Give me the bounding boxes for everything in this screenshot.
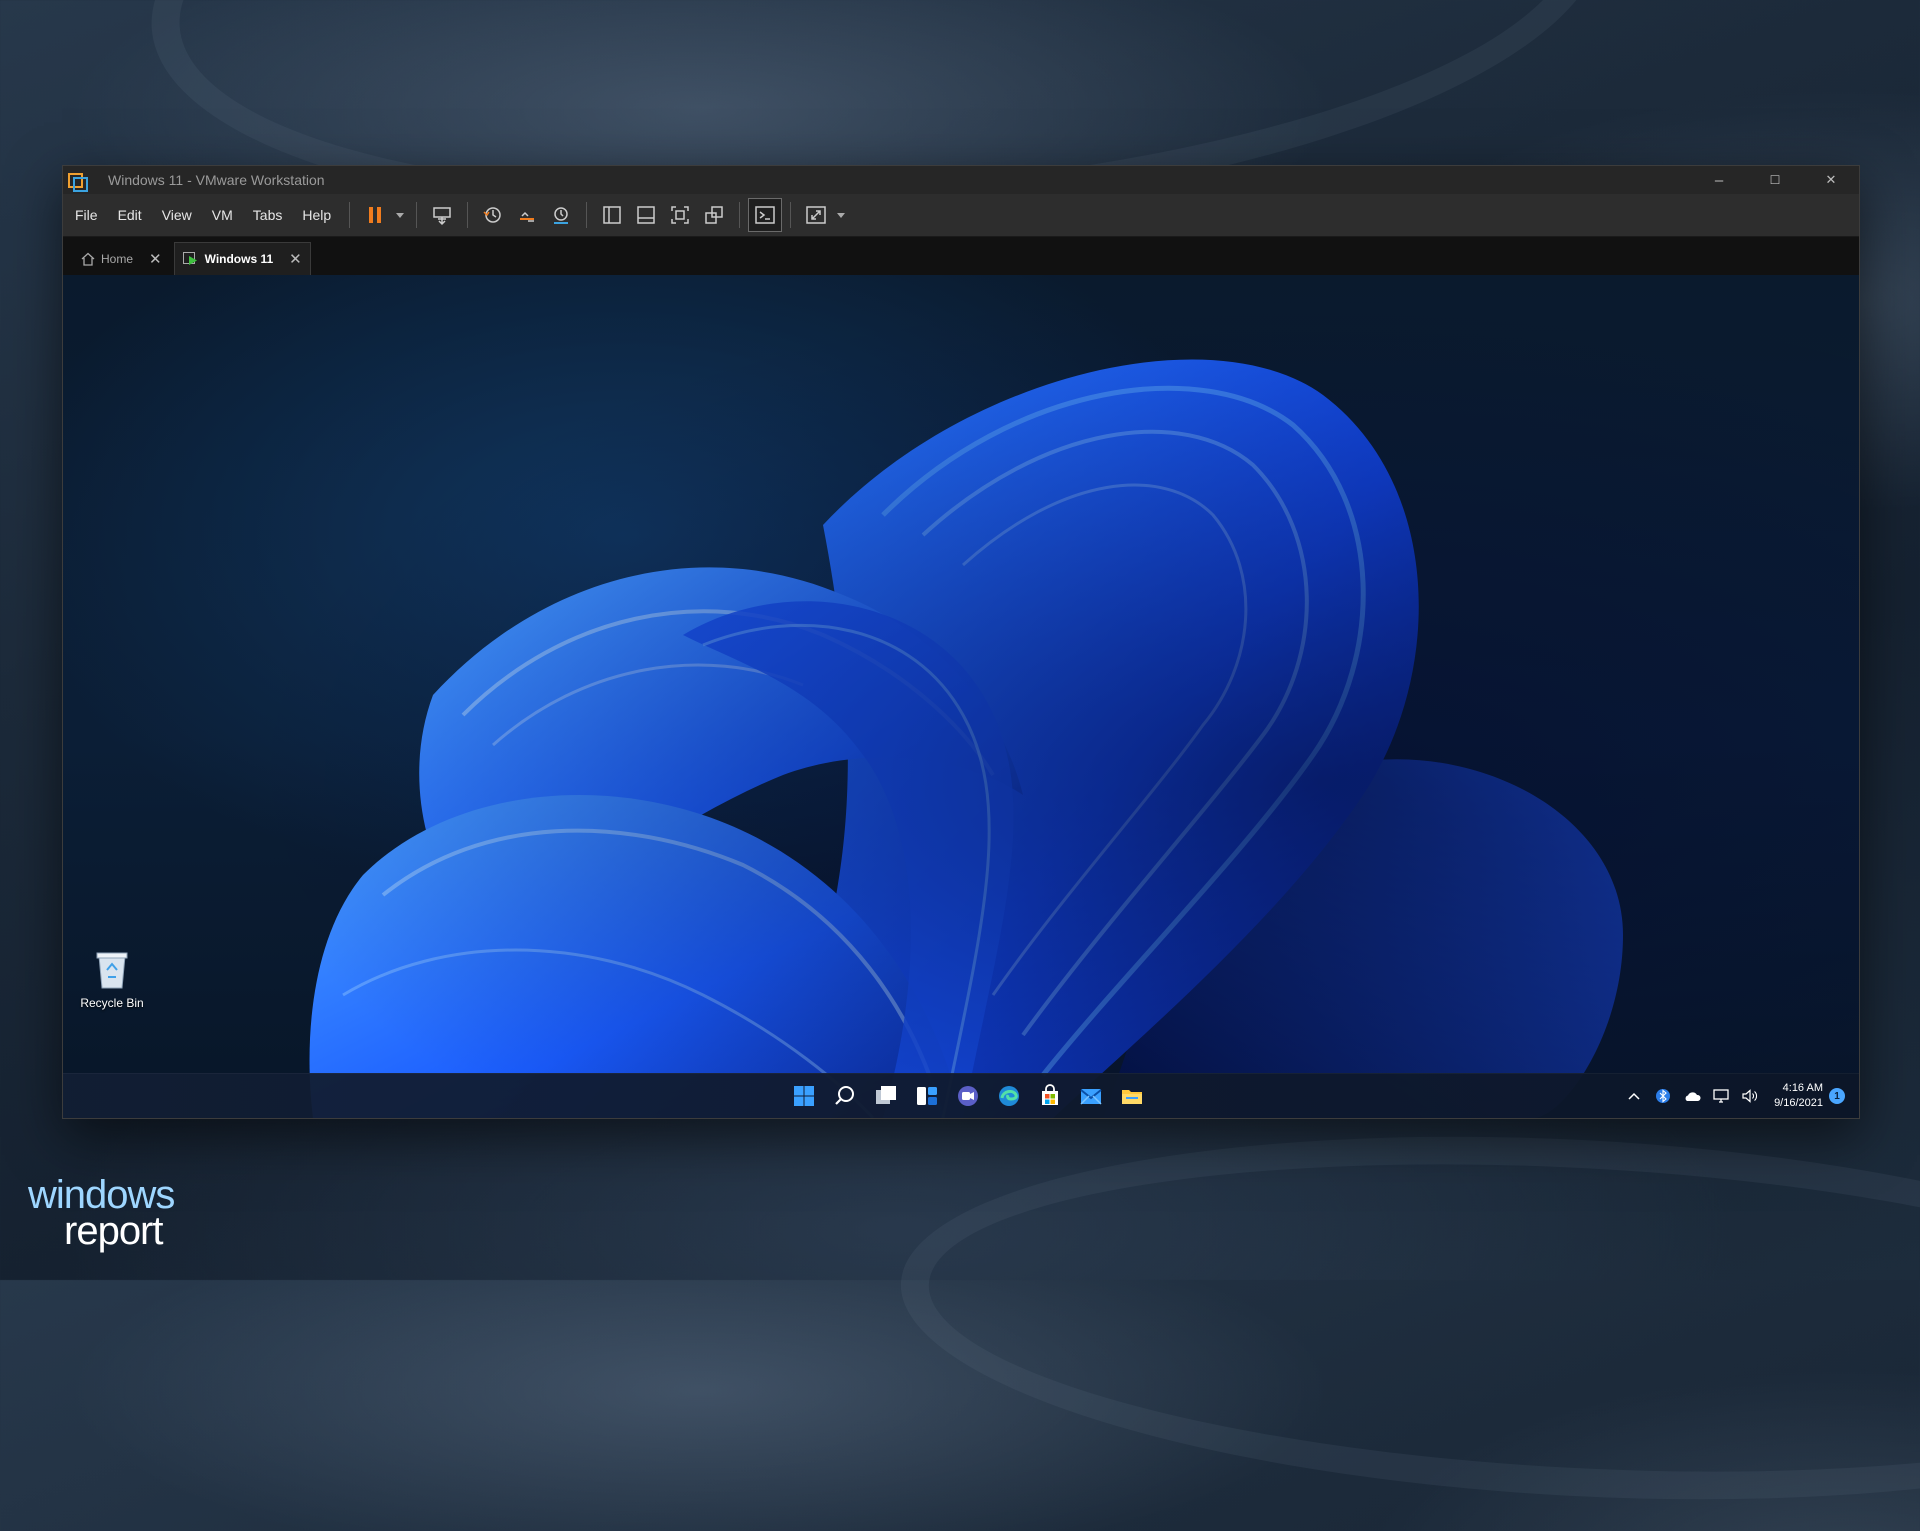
volume-icon[interactable] bbox=[1735, 1074, 1764, 1118]
toolbar-separator bbox=[586, 202, 588, 228]
full-screen-icon[interactable] bbox=[663, 198, 697, 232]
desktop-icon-recycle-bin[interactable]: Recycle Bin bbox=[69, 950, 155, 1010]
toolbar-separator bbox=[739, 202, 741, 228]
home-icon bbox=[81, 252, 95, 266]
tab-windows-11[interactable]: Windows 11 ✕ bbox=[173, 242, 311, 275]
windows-taskbar: 4:16 AM 9/16/2021 1 bbox=[63, 1073, 1859, 1118]
guest-desktop[interactable]: Recycle Bin 4:16 AM 9/16/2021 1 bbox=[63, 275, 1859, 1118]
vmware-window: Windows 11 - VMware Workstation – ☐ ✕ Fi… bbox=[62, 165, 1860, 1119]
maximize-button[interactable]: ☐ bbox=[1747, 166, 1803, 194]
clock-date: 9/16/2021 bbox=[1774, 1097, 1823, 1109]
vm-running-icon bbox=[182, 252, 199, 266]
file-explorer-icon[interactable] bbox=[1111, 1074, 1152, 1118]
system-tray: 4:16 AM 9/16/2021 1 bbox=[1619, 1074, 1845, 1118]
tab-label: Home bbox=[101, 252, 134, 266]
menu-tabs[interactable]: Tabs bbox=[243, 194, 293, 236]
menu-bar: File Edit View VM Tabs Help bbox=[63, 194, 1859, 237]
windows-report-logo: windows report bbox=[28, 1175, 175, 1253]
pause-icon[interactable] bbox=[358, 198, 392, 232]
search-icon[interactable] bbox=[824, 1074, 865, 1118]
notification-badge[interactable]: 1 bbox=[1829, 1088, 1845, 1104]
background-swirl bbox=[891, 1104, 1920, 1531]
tab-bar: Home ✕ Windows 11 ✕ bbox=[63, 237, 1859, 276]
taskbar-clock[interactable]: 4:16 AM 9/16/2021 bbox=[1774, 1081, 1823, 1111]
unity-icon[interactable] bbox=[697, 198, 731, 232]
menu-file[interactable]: File bbox=[65, 194, 108, 236]
widgets-icon[interactable] bbox=[906, 1074, 947, 1118]
stretch-guest-icon[interactable] bbox=[799, 198, 833, 232]
recycle-bin-label: Recycle Bin bbox=[80, 996, 144, 1010]
toolbar-separator bbox=[416, 202, 418, 228]
logo-line-2: report bbox=[64, 1209, 164, 1253]
menu-help[interactable]: Help bbox=[292, 194, 341, 236]
network-icon[interactable] bbox=[1706, 1074, 1735, 1118]
snapshot-icon[interactable] bbox=[476, 198, 510, 232]
menu-edit[interactable]: Edit bbox=[108, 194, 152, 236]
thumbnail-bar-icon[interactable] bbox=[629, 198, 663, 232]
mail-icon[interactable] bbox=[1070, 1074, 1111, 1118]
close-icon[interactable]: ✕ bbox=[149, 250, 162, 268]
menu-view[interactable]: View bbox=[152, 194, 202, 236]
store-icon[interactable] bbox=[1029, 1074, 1070, 1118]
toolbar-separator bbox=[467, 202, 469, 228]
edge-icon[interactable] bbox=[988, 1074, 1029, 1118]
close-icon[interactable]: ✕ bbox=[289, 250, 302, 268]
tab-home[interactable]: Home ✕ bbox=[73, 243, 170, 275]
chevron-up-icon[interactable] bbox=[1619, 1074, 1648, 1118]
title-bar: Windows 11 - VMware Workstation – ☐ ✕ bbox=[63, 166, 1859, 194]
clock-time: 4:16 AM bbox=[1782, 1082, 1823, 1094]
onedrive-icon[interactable] bbox=[1677, 1074, 1706, 1118]
dropdown-icon[interactable] bbox=[833, 198, 849, 232]
windows-11-bloom-wallpaper bbox=[63, 275, 1859, 1118]
bluetooth-icon[interactable] bbox=[1648, 1074, 1677, 1118]
vmware-logo-icon bbox=[68, 171, 88, 192]
menu-vm[interactable]: VM bbox=[202, 194, 243, 236]
toolbar-separator bbox=[349, 202, 351, 228]
revert-snapshot-icon[interactable] bbox=[510, 198, 544, 232]
dropdown-icon[interactable] bbox=[392, 198, 408, 232]
tab-label: Windows 11 bbox=[204, 252, 274, 266]
toolbar-separator bbox=[790, 202, 792, 228]
task-view-icon[interactable] bbox=[865, 1074, 906, 1118]
minimize-button[interactable]: – bbox=[1691, 166, 1747, 194]
chat-icon[interactable] bbox=[947, 1074, 988, 1118]
console-view-icon[interactable] bbox=[748, 198, 783, 232]
recycle-bin-icon bbox=[96, 952, 128, 989]
start-icon[interactable] bbox=[783, 1074, 824, 1118]
window-title: Windows 11 - VMware Workstation bbox=[108, 172, 325, 188]
send-ctrl-alt-del-icon[interactable] bbox=[425, 198, 459, 232]
snapshot-manager-icon[interactable] bbox=[544, 198, 578, 232]
close-button[interactable]: ✕ bbox=[1803, 166, 1859, 194]
show-library-icon[interactable] bbox=[595, 198, 629, 232]
